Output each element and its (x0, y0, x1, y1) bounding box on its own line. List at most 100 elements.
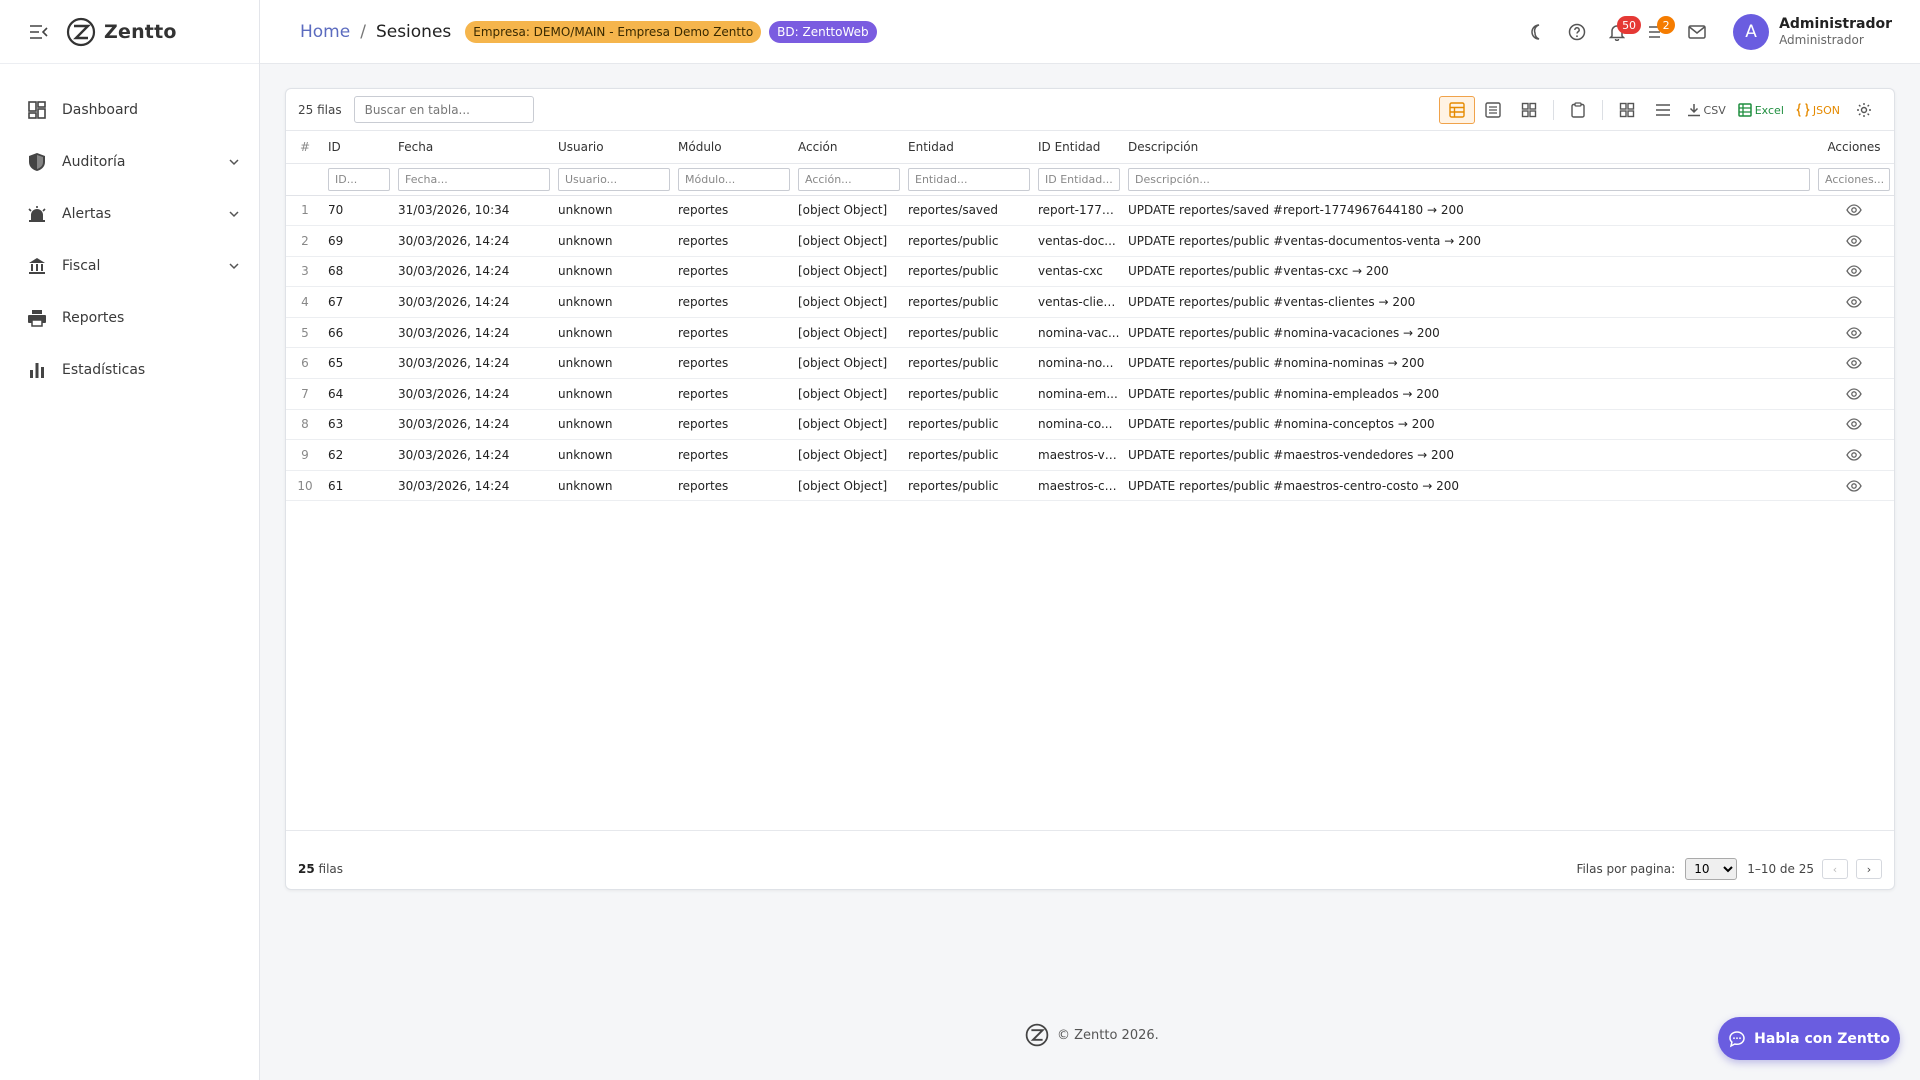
cell-id-entidad: maestros-ve... (1034, 439, 1124, 471)
sidebar-item-auditoria[interactable]: Auditoría (0, 136, 259, 188)
cell-accion: [object Object] (794, 378, 904, 410)
sidebar-item-label: Alertas (62, 206, 112, 222)
database-chip[interactable]: BD: ZenttoWeb (769, 20, 877, 43)
filter-id-entidad-input[interactable] (1038, 167, 1120, 191)
tasks-list-icon[interactable]: 2 (1637, 12, 1677, 52)
table-row[interactable]: 8 63 30/03/2026, 14:24 unknown reportes [obje… (286, 409, 1894, 441)
bar-chart-icon (26, 359, 48, 381)
rows-per-page-select[interactable]: 10 (1685, 858, 1738, 880)
view-eye-icon[interactable] (1818, 418, 1890, 431)
column-header-id[interactable]: ID (324, 131, 394, 164)
alarm-icon (26, 203, 48, 225)
sessions-table: # ID Fecha Usuario Módulo Acción Entidad… (286, 131, 1894, 502)
help-icon[interactable] (1557, 12, 1597, 52)
cell-id: 65 (324, 347, 394, 380)
view-eye-icon[interactable] (1818, 265, 1890, 278)
sidebar-item-alertas[interactable]: Alertas (0, 188, 259, 240)
cell-descripcion: UPDATE reportes/public #ventas-cxc → 200 (1124, 256, 1814, 288)
filter-modulo-input[interactable] (678, 167, 790, 191)
columns-grid-icon[interactable] (1609, 96, 1645, 124)
view-eye-icon[interactable] (1818, 204, 1890, 216)
printer-icon (26, 307, 48, 329)
cell-usuario: unknown (554, 225, 674, 257)
settings-gear-icon[interactable] (1846, 96, 1882, 124)
view-eye-icon[interactable] (1818, 449, 1890, 461)
notifications-bell-icon[interactable]: 50 (1597, 12, 1642, 52)
view-eye-icon[interactable] (1818, 388, 1890, 400)
view-eye-icon[interactable] (1818, 235, 1890, 247)
column-header-accion[interactable]: Acción (794, 131, 904, 164)
column-header-fecha[interactable]: Fecha (394, 131, 554, 164)
sidebar-item-reportes[interactable]: Reportes (0, 292, 259, 344)
table-tool-group: CSV Excel JSON (1438, 96, 1882, 124)
table-search-input[interactable] (353, 96, 534, 123)
filter-accion-input[interactable] (798, 167, 900, 191)
table-row[interactable]: 2 69 30/03/2026, 14:24 unknown reportes [obje… (286, 225, 1894, 257)
prev-page-button[interactable]: ‹ (1822, 859, 1848, 879)
cell-entidad: reportes/public (904, 378, 1034, 410)
menu-collapse-icon[interactable] (30, 23, 48, 41)
table-row[interactable]: 7 64 30/03/2026, 14:24 unknown reportes [obje… (286, 378, 1894, 410)
filter-entidad-input[interactable] (908, 167, 1030, 191)
view-eye-icon[interactable] (1818, 327, 1890, 339)
table-header-row: # ID Fecha Usuario Módulo Acción Entidad… (286, 131, 1894, 164)
cell-descripcion: UPDATE reportes/public #nomina-nominas →… (1124, 347, 1814, 380)
view-table-icon[interactable] (1438, 96, 1475, 124)
column-header-entidad[interactable]: Entidad (904, 131, 1034, 164)
cell-acciones (1814, 286, 1894, 318)
table-row[interactable]: 10 61 30/03/2026, 14:24 unknown reportes [obj… (286, 470, 1894, 502)
filter-usuario-input[interactable] (558, 167, 670, 191)
table-row[interactable]: 9 62 30/03/2026, 14:24 unknown reportes [obje… (286, 439, 1894, 471)
filter-id-input[interactable] (328, 167, 390, 191)
cell-accion: [object Object] (794, 470, 904, 502)
empresa-chip[interactable]: Empresa: DEMO/MAIN - Empresa Demo Zentto (465, 20, 762, 43)
cell-descripcion: UPDATE reportes/public #ventas-documento… (1124, 225, 1814, 257)
rows-per-page-label: Filas por pagina: (1576, 862, 1676, 876)
cell-accion: [object Object] (794, 409, 904, 441)
chat-with-zentto-button[interactable]: Habla con Zentto (1718, 1017, 1900, 1060)
density-icon[interactable] (1645, 96, 1681, 124)
cell-accion: [object Object] (794, 195, 904, 227)
column-header-modulo[interactable]: Módulo (674, 131, 794, 164)
next-page-button[interactable]: › (1856, 859, 1882, 879)
sidebar-item-dashboard[interactable]: Dashboard (0, 84, 259, 136)
table-row[interactable]: 4 67 30/03/2026, 14:24 unknown reportes [obje… (286, 286, 1894, 318)
column-header-id-entidad[interactable]: ID Entidad (1034, 131, 1124, 164)
column-header-descripcion[interactable]: Descripción (1124, 131, 1814, 164)
cell-descripcion: UPDATE reportes/public #maestros-centro-… (1124, 470, 1814, 502)
export-csv-button[interactable]: CSV (1681, 96, 1732, 124)
clipboard-icon[interactable] (1560, 96, 1596, 124)
export-excel-button[interactable]: Excel (1732, 96, 1790, 124)
cell-fecha: 30/03/2026, 14:24 (394, 256, 554, 288)
view-eye-icon[interactable] (1818, 357, 1890, 369)
column-header-usuario[interactable]: Usuario (554, 131, 674, 164)
cell-entidad: reportes/public (904, 317, 1034, 349)
table-row[interactable]: 1 70 31/03/2026, 10:34 unknown reportes [obje… (286, 195, 1894, 227)
export-json-label: JSON (1812, 103, 1840, 117)
avatar[interactable]: A (1733, 14, 1770, 50)
filter-descripcion-input[interactable] (1128, 167, 1810, 191)
filter-fecha-input[interactable] (398, 167, 550, 191)
view-eye-icon[interactable] (1818, 296, 1890, 308)
table-row[interactable]: 5 66 30/03/2026, 14:24 unknown reportes [obje… (286, 317, 1894, 349)
dashboard-icon (26, 99, 48, 121)
cell-id-entidad: report-1774... (1034, 195, 1124, 227)
mail-icon[interactable] (1677, 12, 1717, 52)
view-grid-icon[interactable] (1511, 96, 1547, 124)
dark-mode-icon[interactable] (1517, 12, 1557, 52)
table-row[interactable]: 6 65 30/03/2026, 14:24 unknown reportes [obje… (286, 347, 1894, 380)
sessions-table-card: 25 filas CSV (285, 88, 1895, 890)
filter-acciones-input[interactable] (1818, 167, 1890, 191)
sidebar-item-estadisticas[interactable]: Estadísticas (0, 344, 259, 396)
breadcrumb-home-link[interactable]: Home (300, 22, 350, 42)
sidebar-item-label: Estadísticas (62, 362, 146, 378)
download-icon (1687, 104, 1700, 117)
table-row[interactable]: 3 68 30/03/2026, 14:24 unknown reportes [obje… (286, 256, 1894, 288)
view-list-icon[interactable] (1475, 96, 1511, 124)
sidebar-item-fiscal[interactable]: Fiscal (0, 240, 259, 292)
export-json-button[interactable]: JSON (1790, 96, 1846, 124)
user-info[interactable]: Administrador Administrador (1779, 16, 1892, 49)
view-eye-icon[interactable] (1818, 479, 1890, 492)
cell-id: 61 (324, 470, 394, 502)
cell-entidad: reportes/public (904, 347, 1034, 380)
